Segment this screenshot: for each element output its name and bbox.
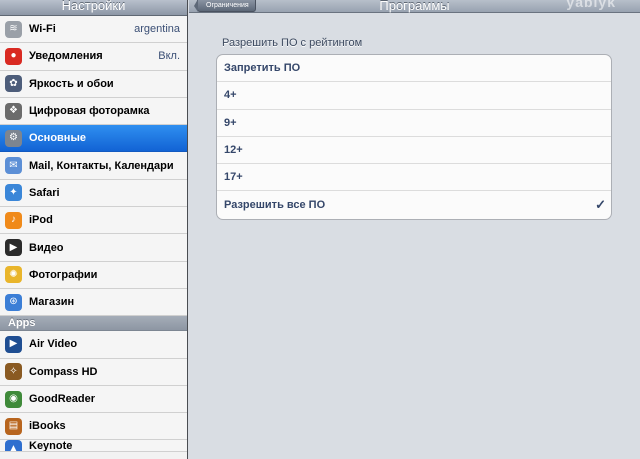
apps-section-header: Apps xyxy=(0,316,187,332)
ipod-music-icon: ♪ xyxy=(5,211,22,229)
sidebar-item-label: Mail, Контакты, Календари xyxy=(29,159,174,172)
sidebar-item-label: Видео xyxy=(29,241,64,254)
sidebar-item-label: iPod xyxy=(29,214,53,227)
sidebar-item[interactable]: ▤ iBooks xyxy=(0,413,187,441)
sidebar-item[interactable]: ▲ Keynote xyxy=(0,440,187,453)
rating-option-label: 4+ xyxy=(224,89,237,102)
brightness-icon: ✿ xyxy=(5,75,22,93)
sidebar-item-label: Уведомления xyxy=(29,50,103,63)
sidebar-item-label: Air Video xyxy=(29,338,78,351)
picture-frame-icon: ❖ xyxy=(5,102,22,120)
sidebar-item[interactable]: ≋ Wi-Fi argentina xyxy=(0,16,187,44)
ibooks-icon: ▤ xyxy=(5,417,22,435)
sidebar-list: ≋ Wi-Fi argentina ● Уведомления Вкл. ✿ Яркость … xyxy=(0,16,187,317)
rating-options-group: Запретить ПО 4+ 9+ 12+ 17+ Разрешить все ПО ✓ xyxy=(216,54,612,220)
rating-option[interactable]: 4+ xyxy=(217,82,611,110)
settings-sidebar: Настройки ≋ Wi-Fi argentina ● Уведомления Вкл… xyxy=(0,0,188,459)
sidebar-item-value: argentina xyxy=(134,23,180,35)
sidebar-item[interactable]: ❖ Цифровая фоторамка xyxy=(0,97,187,126)
sidebar-item[interactable]: ♪ iPod xyxy=(0,207,187,235)
rating-option-label: 12+ xyxy=(224,144,243,157)
detail-pane: Ограничения Программы yablyk Разрешить П… xyxy=(189,0,640,459)
sidebar-item[interactable]: ✺ Фотографии xyxy=(0,261,187,289)
rating-option[interactable]: Разрешить все ПО ✓ xyxy=(217,191,611,218)
sidebar-item[interactable]: ✦ Safari xyxy=(0,179,187,208)
sidebar-item-label: iBooks xyxy=(29,420,66,433)
checkmark-icon: ✓ xyxy=(595,197,606,213)
compass-icon: ✧ xyxy=(5,363,22,381)
safari-compass-icon: ✦ xyxy=(5,184,22,202)
watermark-logo: yablyk xyxy=(566,0,616,10)
sidebar-item[interactable]: ▶ Видео xyxy=(0,234,187,262)
store-icon: ⊛ xyxy=(5,293,22,311)
sidebar-item[interactable]: ✉ Mail, Контакты, Календари xyxy=(0,152,187,180)
sidebar-item[interactable]: ⚙ Основные xyxy=(0,125,187,153)
sidebar-item[interactable]: ▶ Air Video xyxy=(0,331,187,359)
sidebar-item-label: Wi-Fi xyxy=(29,23,56,36)
goodreader-icon: ◉ xyxy=(5,390,22,408)
sidebar-item-label: GoodReader xyxy=(29,393,96,405)
sidebar-item-value: Вкл. xyxy=(158,50,180,63)
notifications-icon: ● xyxy=(5,47,22,65)
rating-option[interactable]: 12+ xyxy=(217,137,611,165)
sidebar-navbar: Настройки xyxy=(0,0,187,16)
sidebar-item[interactable]: ◉ GoodReader xyxy=(0,385,187,414)
sidebar-item-label: Цифровая фоторамка xyxy=(29,105,150,118)
group-header: Разрешить ПО с рейтингом xyxy=(222,37,363,49)
sidebar-item-label: Магазин xyxy=(29,296,75,309)
rating-option[interactable]: 9+ xyxy=(217,110,611,137)
sidebar-item[interactable]: ✿ Яркость и обои xyxy=(0,70,187,98)
air-video-icon: ▶ xyxy=(5,335,22,353)
sidebar-item-label: Keynote xyxy=(29,440,73,453)
mail-icon: ✉ xyxy=(5,157,22,175)
rating-option-label: 9+ xyxy=(224,116,237,129)
rating-option[interactable]: 17+ xyxy=(217,164,611,192)
sidebar-item-label: Фотографии xyxy=(29,268,98,281)
sidebar-item[interactable]: ✧ Compass HD xyxy=(0,358,187,386)
sidebar-item-label: Яркость и обои xyxy=(29,77,114,90)
gear-icon: ⚙ xyxy=(5,129,22,147)
sidebar-item-label: Основные xyxy=(29,132,86,145)
apps-list: ▶ Air Video ✧ Compass HD ◉ GoodReader ▤ iBooks ▲… xyxy=(0,331,187,453)
sidebar-title: Настройки xyxy=(61,0,126,13)
sidebar-item-label: Compass HD xyxy=(29,365,98,378)
sidebar-item[interactable]: ● Уведомления Вкл. xyxy=(0,43,187,71)
sidebar-item[interactable]: ⊛ Магазин xyxy=(0,288,187,317)
keynote-icon: ▲ xyxy=(5,440,22,452)
rating-option-label: Разрешить все ПО xyxy=(224,199,326,212)
detail-navbar: Ограничения Программы yablyk xyxy=(189,0,640,13)
rating-option[interactable]: Запретить ПО xyxy=(217,55,611,83)
video-icon: ▶ xyxy=(5,239,22,257)
rating-option-label: Запретить ПО xyxy=(224,62,301,75)
sidebar-item-label: Safari xyxy=(29,186,60,199)
photos-sunflower-icon: ✺ xyxy=(5,266,22,284)
rating-option-label: 17+ xyxy=(224,171,243,184)
wifi-icon: ≋ xyxy=(5,20,22,38)
